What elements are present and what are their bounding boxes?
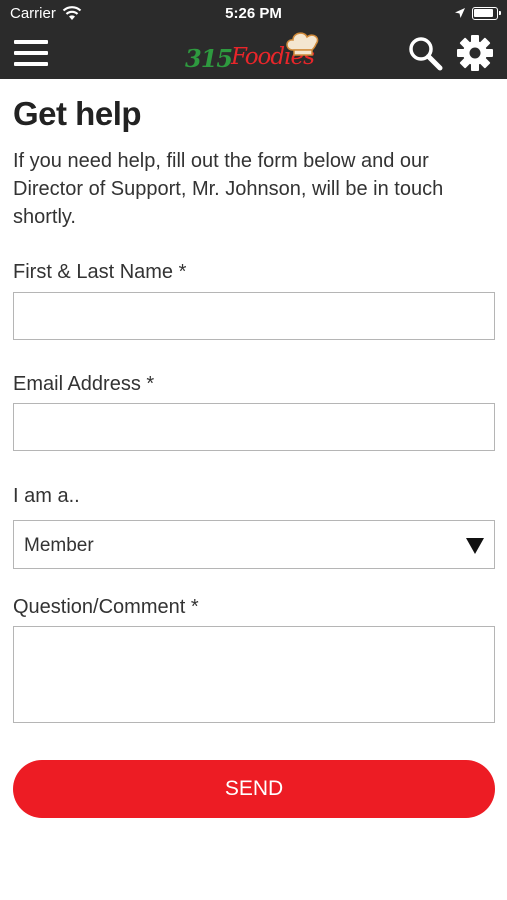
page-title: Get help (13, 95, 142, 132)
role-label: I am a.. (13, 485, 80, 507)
email-field[interactable] (13, 403, 495, 451)
name-label: First & Last Name * (13, 261, 187, 283)
app-header: Carrier 5:26 PM 315 Foodies (0, 0, 507, 79)
location-arrow-icon (455, 8, 465, 18)
comment-field[interactable] (13, 626, 495, 723)
menu-icon[interactable] (14, 40, 48, 66)
menu-line (14, 51, 48, 55)
role-selected-value: Member (24, 535, 94, 556)
gear-icon[interactable] (456, 34, 494, 72)
status-time: 5:26 PM (225, 5, 282, 22)
search-icon[interactable] (406, 34, 444, 72)
intro-text: If you need help, fill out the form belo… (13, 150, 444, 228)
email-label: Email Address * (13, 373, 155, 395)
dropdown-caret-icon (466, 538, 484, 554)
status-bar: Carrier 5:26 PM (0, 0, 507, 28)
menu-line (14, 62, 48, 66)
menu-line (14, 40, 48, 44)
battery-icon (472, 7, 501, 20)
nav-bar: 315 Foodies (0, 28, 507, 79)
name-field[interactable] (13, 292, 495, 340)
chef-hat-icon (286, 32, 319, 56)
send-button[interactable]: SEND (13, 760, 495, 818)
app-logo[interactable]: 315 Foodies (185, 30, 325, 76)
comment-label: Question/Comment * (13, 596, 199, 618)
role-select[interactable]: Member (13, 520, 495, 569)
logo-number: 315 (185, 44, 233, 73)
